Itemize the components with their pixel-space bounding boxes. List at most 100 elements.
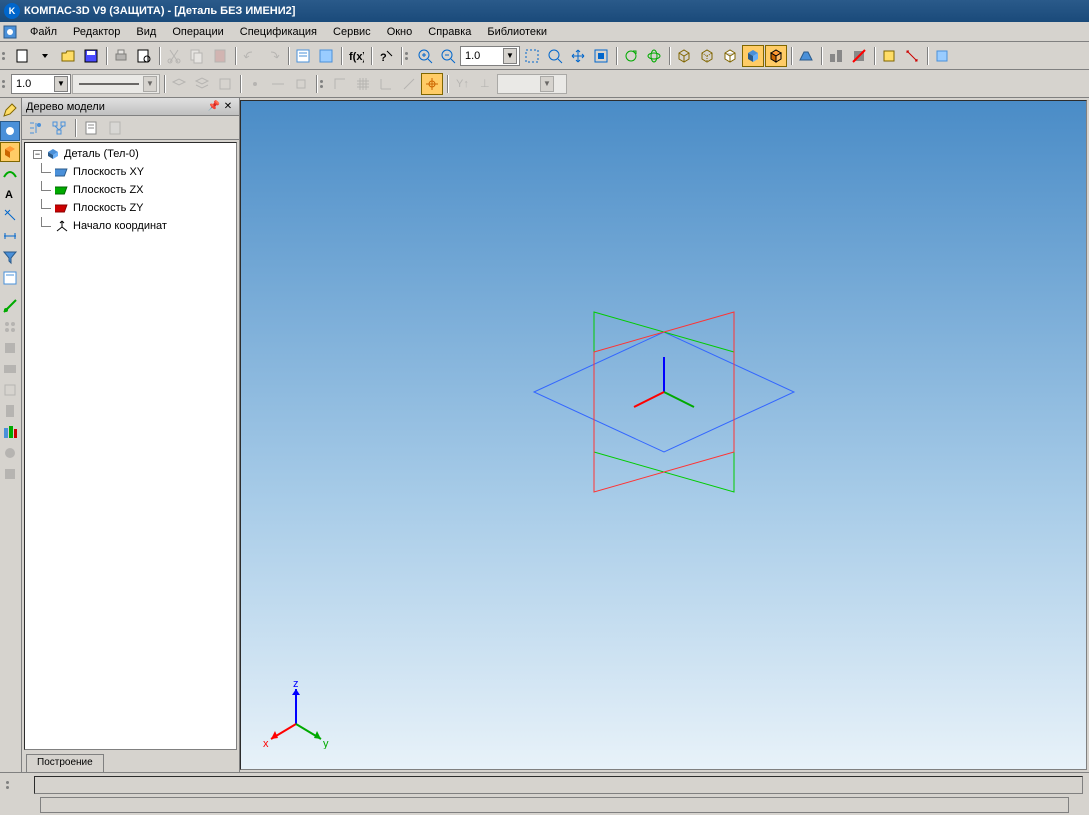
toolbar-grip[interactable] <box>2 45 8 67</box>
elements-button[interactable] <box>0 338 20 358</box>
hidden-lines-button[interactable] <box>696 45 718 67</box>
help-button[interactable]: ? <box>375 45 397 67</box>
tree-relations-button[interactable] <box>104 117 126 139</box>
layer-button-2[interactable] <box>191 73 213 95</box>
tree-body[interactable]: − Деталь (Тел-0) Плоскость XY Плоскость … <box>24 142 237 750</box>
rebuild-button[interactable] <box>878 45 900 67</box>
dimensions-button[interactable] <box>0 226 20 246</box>
angle-dropdown-arrow[interactable]: ▼ <box>540 76 554 92</box>
preview-button[interactable] <box>133 45 155 67</box>
geometry-button[interactable] <box>0 121 20 141</box>
more-button-2[interactable] <box>0 464 20 484</box>
style-combo[interactable]: ▼ <box>72 74 160 94</box>
tree-root-item[interactable]: − Деталь (Тел-0) <box>27 145 234 163</box>
angle-combo[interactable]: ▼ <box>497 74 567 94</box>
zoom-fit-button[interactable] <box>590 45 612 67</box>
spec-button[interactable] <box>292 45 314 67</box>
sheet-button[interactable] <box>0 359 20 379</box>
menu-window[interactable]: Окно <box>379 24 421 40</box>
pin-icon[interactable]: 📌 <box>207 100 221 114</box>
coord-button-1[interactable]: Y↑ <box>451 73 473 95</box>
orbit-button[interactable] <box>643 45 665 67</box>
tree-item-origin[interactable]: Начало координат <box>27 217 234 235</box>
edit-sketch-button[interactable] <box>0 100 20 120</box>
filters-button[interactable] <box>0 247 20 267</box>
snap-button-3[interactable] <box>290 73 312 95</box>
layer-button-1[interactable] <box>168 73 190 95</box>
style-dropdown-arrow[interactable]: ▼ <box>143 76 157 92</box>
aux-geometry-button[interactable] <box>0 205 20 225</box>
tree-tab-build[interactable]: Построение <box>26 754 104 772</box>
library-button[interactable] <box>0 422 20 442</box>
snap-button-2[interactable] <box>267 73 289 95</box>
zoom-out-button[interactable] <box>437 45 459 67</box>
measure-button[interactable] <box>0 296 20 316</box>
rotate-button[interactable] <box>620 45 642 67</box>
new-button[interactable] <box>11 45 33 67</box>
toolbar2-grip2[interactable] <box>320 73 326 95</box>
step-combo[interactable]: 1.0 ▼ <box>11 74 71 94</box>
simplify-button[interactable] <box>825 45 847 67</box>
copy-button[interactable] <box>186 45 208 67</box>
menu-editor[interactable]: Редактор <box>65 24 128 40</box>
menu-help[interactable]: Справка <box>420 24 479 40</box>
menu-operations[interactable]: Операции <box>164 24 231 40</box>
undo-button[interactable] <box>239 45 261 67</box>
save-button[interactable] <box>80 45 102 67</box>
snap-button-1[interactable] <box>244 73 266 95</box>
cut-button[interactable] <box>163 45 185 67</box>
no-hidden-button[interactable] <box>719 45 741 67</box>
print-button[interactable] <box>110 45 132 67</box>
redraw-button[interactable] <box>901 45 923 67</box>
minus-icon[interactable]: − <box>33 150 42 159</box>
snap-toggle-button[interactable] <box>421 73 443 95</box>
redo-button[interactable] <box>262 45 284 67</box>
wireframe-button[interactable] <box>673 45 695 67</box>
spatial-curves-button[interactable] <box>0 163 20 183</box>
edit-3d-button[interactable] <box>0 142 20 162</box>
view-toolbar-grip[interactable] <box>405 45 411 67</box>
tree-settings-button[interactable] <box>80 117 102 139</box>
variables-button[interactable]: f(x) <box>345 45 367 67</box>
grid-button[interactable] <box>352 73 374 95</box>
spec-tools-button[interactable] <box>0 268 20 288</box>
menu-file[interactable]: Файл <box>22 24 65 40</box>
zoom-dropdown-arrow[interactable]: ▼ <box>503 48 517 64</box>
tree-item-xy[interactable]: Плоскость XY <box>27 163 234 181</box>
paste-button[interactable] <box>209 45 231 67</box>
toolbar2-grip[interactable] <box>2 73 8 95</box>
section-button[interactable] <box>848 45 870 67</box>
menu-libraries[interactable]: Библиотеки <box>479 24 555 40</box>
zoom-in-button[interactable] <box>414 45 436 67</box>
open-button[interactable] <box>57 45 79 67</box>
close-icon[interactable]: ✕ <box>221 100 235 114</box>
ortho-button[interactable] <box>329 73 351 95</box>
surfaces-button[interactable]: A <box>0 184 20 204</box>
zoom-combo[interactable]: 1.0 ▼ <box>460 46 520 66</box>
tree-item-zx[interactable]: Плоскость ZX <box>27 181 234 199</box>
report-button[interactable] <box>0 401 20 421</box>
tool-button-1[interactable] <box>931 45 953 67</box>
more-button-1[interactable] <box>0 443 20 463</box>
shaded-button[interactable] <box>742 45 764 67</box>
pan-button[interactable] <box>567 45 589 67</box>
menu-specification[interactable]: Спецификация <box>232 24 325 40</box>
shaded-edges-button[interactable] <box>765 45 787 67</box>
new-dropdown[interactable] <box>34 45 56 67</box>
3d-viewport[interactable]: z x y <box>240 100 1087 770</box>
properties-button[interactable] <box>315 45 337 67</box>
axis-button[interactable] <box>398 73 420 95</box>
tree-display-button[interactable] <box>24 117 46 139</box>
menu-view[interactable]: Вид <box>128 24 164 40</box>
array-button[interactable] <box>0 317 20 337</box>
tree-item-zy[interactable]: Плоскость ZY <box>27 199 234 217</box>
coord-button-2[interactable]: ⊥ <box>474 73 496 95</box>
layer-button-3[interactable] <box>214 73 236 95</box>
step-dropdown-arrow[interactable]: ▼ <box>54 76 68 92</box>
zoom-window-button[interactable] <box>521 45 543 67</box>
tree-structure-button[interactable] <box>48 117 70 139</box>
horizontal-scrollbar[interactable] <box>40 797 1069 813</box>
menu-service[interactable]: Сервис <box>325 24 379 40</box>
zoom-prev-button[interactable] <box>544 45 566 67</box>
document-icon[interactable] <box>2 24 18 40</box>
